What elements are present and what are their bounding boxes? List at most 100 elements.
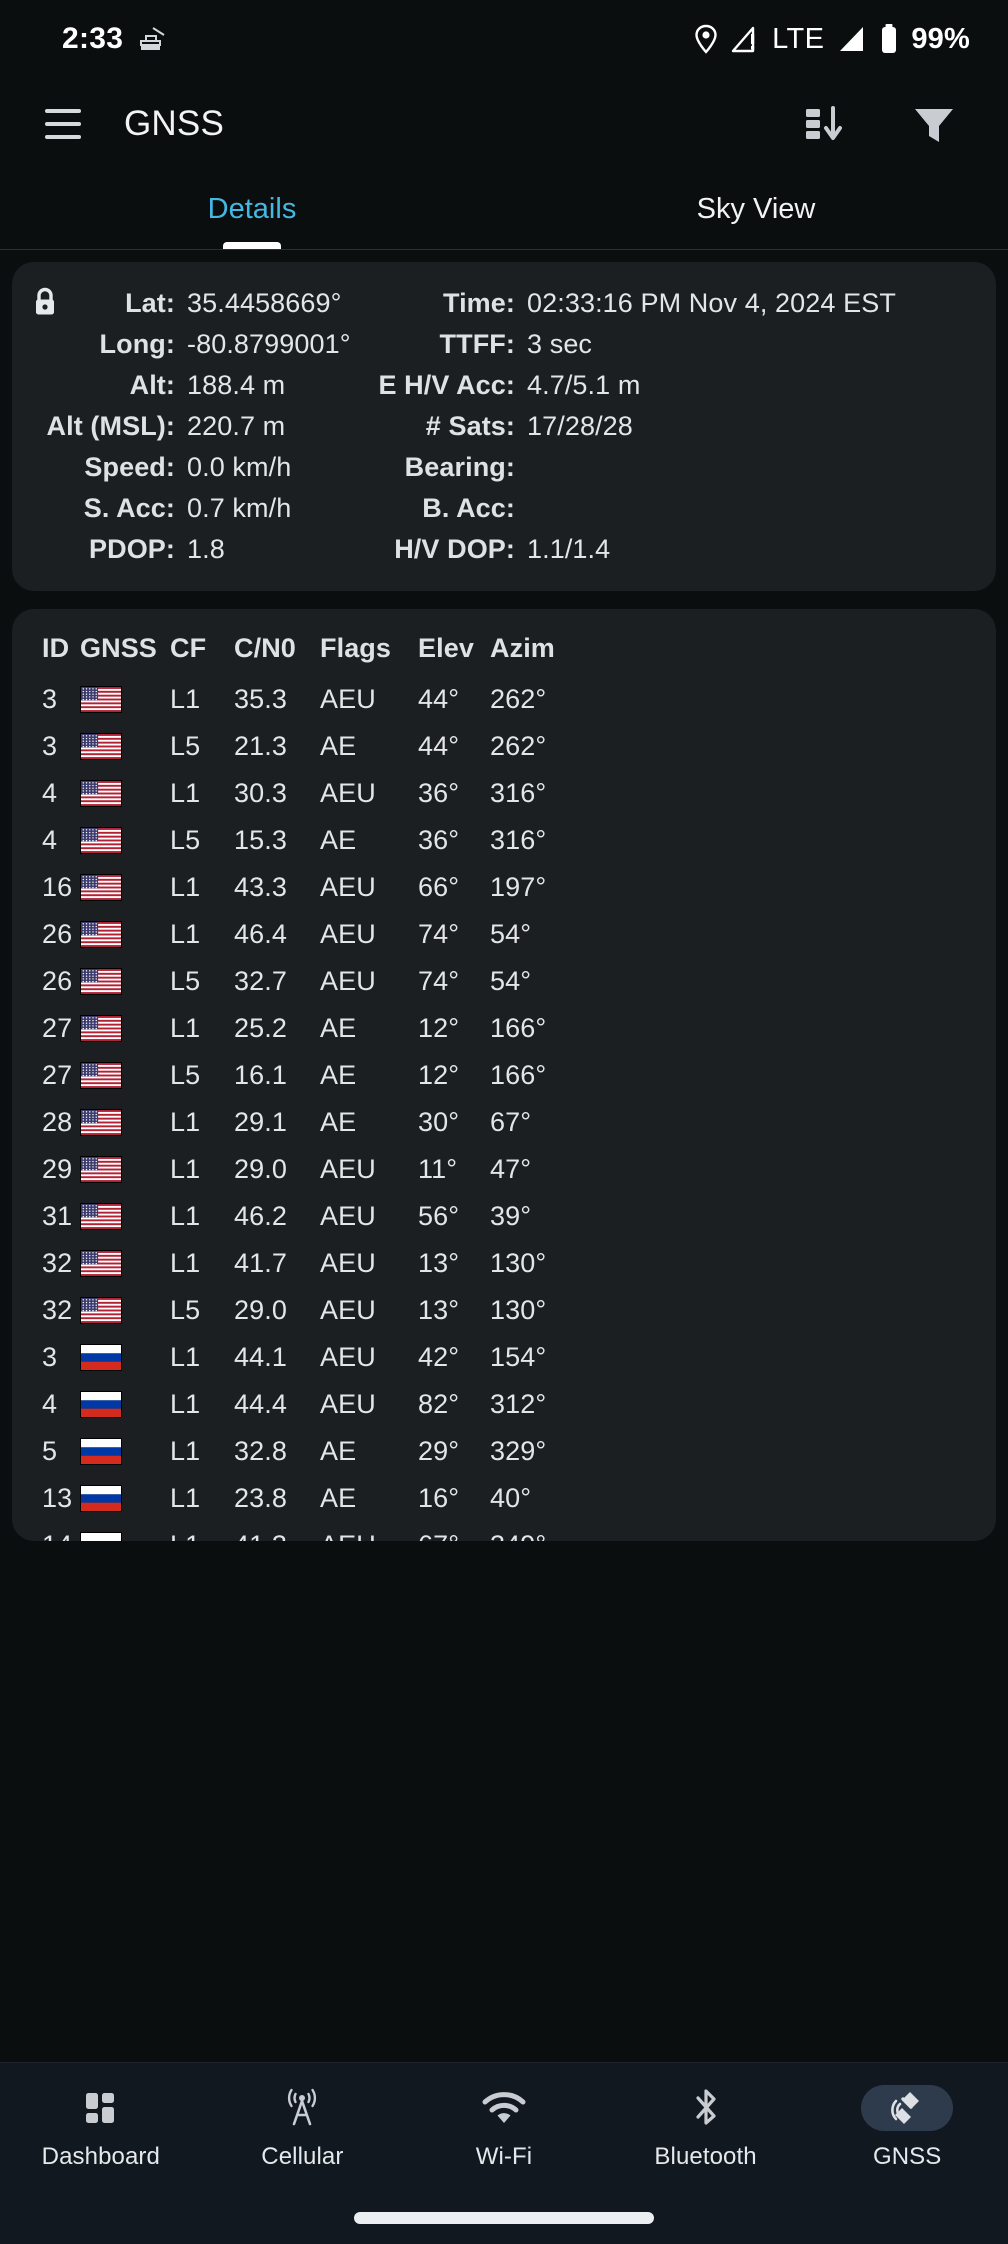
cell-azim: 316° (490, 778, 547, 808)
cell-cf: L1 (170, 1342, 201, 1372)
table-row[interactable]: 14 L141.3AEU67°349° (12, 1522, 996, 1541)
table-row[interactable]: 32 L1 41.7 AEU 13° 130° (12, 1240, 996, 1287)
battery-icon (880, 23, 898, 55)
nav-item-cellular[interactable]: Cellular (202, 2063, 404, 2192)
cell-flags: AE (320, 1436, 357, 1466)
cell-azim: 154° (490, 1342, 547, 1372)
gesture-pill (354, 2212, 654, 2224)
cell-gnss-flag (80, 817, 170, 864)
table-row[interactable]: 3 L5 21.3 AE 44° 262° (12, 723, 996, 770)
table-row[interactable]: 13 L1 23.8 AE 16° 40° (12, 1475, 996, 1522)
table-row[interactable]: 27 L5 16.1 AE 12° 166° (12, 1052, 996, 1099)
signal-alert-icon (731, 24, 759, 54)
cell-cno: 44.4 (234, 1389, 287, 1419)
tab-details-label: Details (207, 193, 297, 225)
table-row[interactable]: 32 L5 29.0 AEU 13° 130° (12, 1287, 996, 1334)
cell-elev: 56° (418, 1201, 460, 1231)
cell-elev: 36° (418, 778, 460, 808)
info-value: 220.7 m (187, 411, 286, 441)
cell-flags: AE (320, 1060, 357, 1090)
gesture-bar[interactable] (0, 2192, 1008, 2244)
cell-gnss-flag (80, 1099, 170, 1146)
cell-cf: L5 (170, 1295, 201, 1325)
nav-pill (660, 2085, 752, 2131)
ru-flag-icon (80, 1485, 170, 1512)
nav-pill (458, 2085, 550, 2131)
cell-gnss-flag (80, 1240, 170, 1287)
cell-flags: AEU (320, 919, 376, 949)
cell-gnss-flag (80, 676, 170, 723)
content-area: Lat: 35.4458669° Time: 02:33:16 PM Nov 4… (0, 250, 1008, 2062)
cell-cf: L1 (170, 1107, 201, 1137)
cell-cf: L1 (170, 1201, 201, 1231)
table-row[interactable]: 27 L1 25.2 AE 12° 166° (12, 1005, 996, 1052)
cell-elev: 36° (418, 825, 460, 855)
cell-gnss-flag (80, 1428, 170, 1475)
satellite-icon (888, 2089, 926, 2127)
column-header-gnss: GNSS (80, 633, 157, 663)
table-row[interactable]: 29 L1 29.0 AEU 11° 47° (12, 1146, 996, 1193)
table-row[interactable]: 28 L1 29.1 AE 30° 67° (12, 1099, 996, 1146)
info-value: 0.7 km/h (187, 493, 292, 523)
cell-azim: 312° (490, 1389, 547, 1419)
table-row[interactable]: 3 L1 35.3 AEU 44° 262° (12, 676, 996, 723)
location-info-card: Lat: 35.4458669° Time: 02:33:16 PM Nov 4… (12, 262, 996, 591)
cell-id: 26 (42, 966, 73, 996)
table-row[interactable]: 4 L1 30.3 AEU 36° 316° (12, 770, 996, 817)
us-flag-icon (80, 1203, 170, 1230)
cell-cf: L1 (170, 778, 201, 808)
nav-item-dashboard[interactable]: Dashboard (0, 2063, 202, 2192)
tab-details[interactable]: Details (0, 170, 504, 249)
info-value: 0.0 km/h (187, 452, 292, 482)
cell-cno: 43.3 (234, 872, 287, 902)
table-row[interactable]: 31 L1 46.2 AEU 56° 39° (12, 1193, 996, 1240)
tab-sky-view[interactable]: Sky View (504, 170, 1008, 249)
cell-id: 27 (42, 1060, 73, 1090)
cell-gnss-flag (80, 1005, 170, 1052)
hamburger-menu-button[interactable] (34, 95, 92, 153)
cell-flags: AEU (320, 872, 376, 902)
table-row[interactable]: 3 L1 44.1 AEU 42° 154° (12, 1334, 996, 1381)
cell-elev: 42° (418, 1342, 460, 1372)
cell-elev: 67° (418, 1522, 490, 1541)
cell-azim: 166° (490, 1013, 547, 1043)
info-value: 1.8 (187, 534, 225, 564)
cell-cno: 16.1 (234, 1060, 287, 1090)
table-row[interactable]: 26 L5 32.7 AEU 74° 54° (12, 958, 996, 1005)
nav-item-wifi[interactable]: Wi-Fi (403, 2063, 605, 2192)
cell-azim: 262° (490, 731, 547, 761)
table-row[interactable]: 5 L1 32.8 AE 29° 329° (12, 1428, 996, 1475)
us-flag-icon (80, 827, 170, 854)
sort-button[interactable] (794, 92, 858, 156)
us-flag-icon (80, 1109, 170, 1136)
status-bar-left: 2:33 (62, 22, 167, 56)
column-header-flags: Flags (320, 633, 392, 663)
table-row[interactable]: 4 L5 15.3 AE 36° 316° (12, 817, 996, 864)
us-flag-icon (80, 968, 170, 995)
cell-cno: 46.2 (234, 1201, 287, 1231)
table-row[interactable]: 4 L1 44.4 AEU 82° 312° (12, 1381, 996, 1428)
nav-pill (55, 2085, 147, 2131)
cell-id: 28 (42, 1107, 73, 1137)
filter-funnel-icon (908, 98, 960, 150)
nav-item-gnss[interactable]: GNSS (806, 2063, 1008, 2192)
cell-tower-icon (281, 2087, 323, 2129)
hamburger-menu-icon (45, 109, 81, 139)
cell-cno: 30.3 (234, 778, 287, 808)
info-value: 17/28/28 (527, 411, 633, 441)
cell-flags: AE (320, 825, 357, 855)
filter-button[interactable] (902, 92, 966, 156)
location-pin-icon (694, 24, 718, 54)
cell-cf: L5 (170, 825, 201, 855)
nav-item-bluetooth[interactable]: Bluetooth (605, 2063, 807, 2192)
status-bar-right: LTE 99% (694, 23, 970, 56)
info-label: Long: (99, 329, 175, 359)
nav-label-gnss: GNSS (872, 2142, 942, 2170)
lock-icon (32, 286, 58, 323)
cell-id: 3 (42, 684, 58, 714)
cell-cno: 46.4 (234, 919, 287, 949)
column-header-elev: Elev (418, 633, 474, 663)
cell-cno: 41.7 (234, 1248, 287, 1278)
table-row[interactable]: 16 L1 43.3 AEU 66° 197° (12, 864, 996, 911)
table-row[interactable]: 26 L1 46.4 AEU 74° 54° (12, 911, 996, 958)
